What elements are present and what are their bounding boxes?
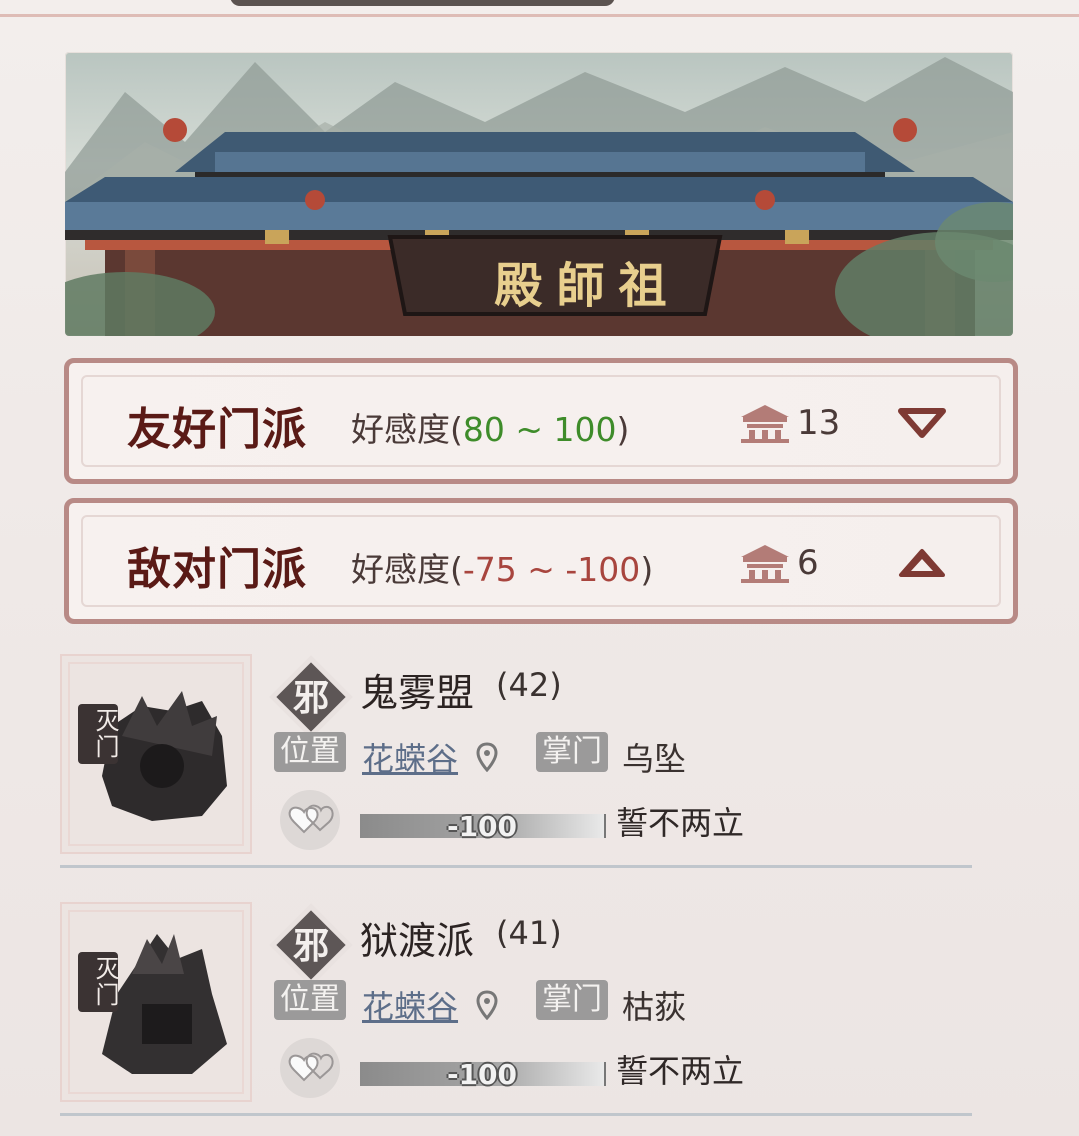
sect-name: 鬼雾盟 bbox=[360, 671, 475, 715]
affinity-value: -100 bbox=[446, 1058, 518, 1091]
top-tab[interactable] bbox=[230, 0, 615, 6]
sect-count: 13 bbox=[737, 403, 840, 443]
master-label: 掌门 bbox=[536, 980, 608, 1020]
master-label: 掌门 bbox=[536, 732, 608, 772]
location-link[interactable]: 花蝾谷 bbox=[362, 734, 458, 780]
sect-list-item[interactable]: 灭门 邪 狱渡派 (41) 位置 花蝾谷 掌门 枯荻 -100 誓不两立 bbox=[60, 886, 972, 1116]
sect-portrait: 灭门 bbox=[60, 654, 252, 854]
hall-banner: 殿師祖 bbox=[65, 52, 1013, 336]
master-name: 乌坠 bbox=[622, 740, 687, 778]
sect-name: 狱渡派 bbox=[360, 919, 475, 963]
location-label: 位置 bbox=[274, 732, 346, 772]
affinity-range: 好感度(80 ~ 100) bbox=[351, 410, 630, 449]
location-link[interactable]: 花蝾谷 bbox=[362, 982, 458, 1028]
divider bbox=[60, 1113, 972, 1116]
relation-status: 誓不两立 bbox=[616, 1052, 745, 1090]
destroyed-badge: 灭门 bbox=[78, 952, 119, 1012]
pavilion-icon bbox=[741, 405, 789, 443]
location-pin-icon[interactable] bbox=[476, 742, 498, 772]
location-pin-icon[interactable] bbox=[476, 990, 498, 1020]
svg-text:邪: 邪 bbox=[293, 925, 329, 967]
evil-alignment-icon: 邪 bbox=[269, 655, 353, 739]
chevron-down-icon[interactable] bbox=[897, 407, 947, 439]
sect-level: (42) bbox=[496, 666, 562, 704]
evil-alignment-icon: 邪 bbox=[269, 903, 353, 987]
sect-list-item[interactable]: 灭门 邪 鬼雾盟 (42) 位置 花蝾谷 掌门 乌坠 -100 誓不两立 bbox=[60, 638, 972, 868]
chevron-up-icon[interactable] bbox=[897, 547, 947, 579]
affinity-range: 好感度(-75 ~ -100) bbox=[351, 550, 654, 589]
top-divider bbox=[0, 14, 1079, 17]
sect-count: 6 bbox=[737, 543, 819, 583]
location-label: 位置 bbox=[274, 980, 346, 1020]
hall-plaque-text: 殿師祖 bbox=[494, 258, 681, 314]
relation-status: 誓不两立 bbox=[616, 804, 745, 842]
hearts-icon bbox=[280, 1038, 340, 1098]
category-title: 敌对门派 bbox=[127, 544, 307, 595]
affinity-bar: -100 bbox=[360, 1058, 606, 1091]
sect-portrait: 灭门 bbox=[60, 902, 252, 1102]
divider bbox=[60, 865, 972, 868]
category-title: 友好门派 bbox=[127, 404, 307, 455]
master-name: 枯荻 bbox=[622, 988, 687, 1026]
category-hostile-sects[interactable]: 敌对门派 好感度(-75 ~ -100) 6 bbox=[64, 498, 1018, 624]
hearts-icon bbox=[280, 790, 340, 850]
affinity-value: -100 bbox=[446, 810, 518, 843]
svg-text:邪: 邪 bbox=[293, 677, 329, 719]
affinity-bar: -100 bbox=[360, 810, 606, 843]
pavilion-icon bbox=[741, 545, 789, 583]
destroyed-badge: 灭门 bbox=[78, 704, 119, 764]
category-friendly-sects[interactable]: 友好门派 好感度(80 ~ 100) 13 bbox=[64, 358, 1018, 484]
sect-level: (41) bbox=[496, 914, 562, 952]
